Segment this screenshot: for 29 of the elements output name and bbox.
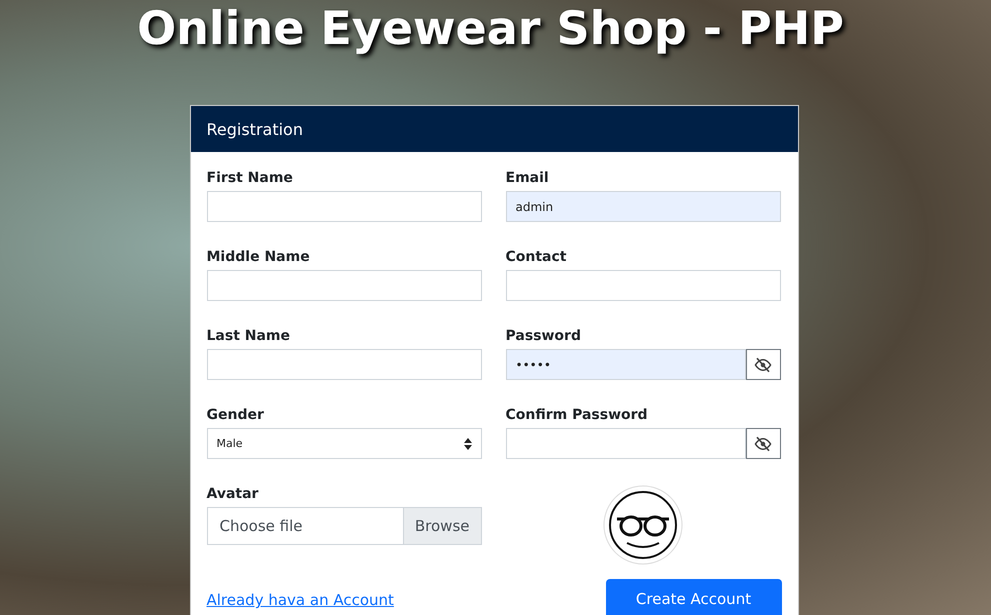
create-account-button[interactable]: Create Account	[606, 579, 782, 615]
sort-arrows-icon	[464, 438, 472, 450]
input-field[interactable]	[206, 270, 482, 301]
field-label: Email	[506, 170, 550, 188]
input-field[interactable]: admin	[506, 191, 780, 222]
eye-slash-icon	[754, 356, 772, 374]
field-label: Last Name	[206, 328, 292, 346]
toggle-visibility-button[interactable]	[746, 349, 780, 380]
input-field[interactable]	[206, 349, 482, 380]
card-title: Registration	[206, 120, 303, 138]
field-label: First Name	[206, 170, 294, 188]
field-label: Gender	[206, 407, 265, 425]
field-label: Confirm Password	[506, 407, 649, 425]
password-field[interactable]: •••••	[506, 349, 746, 380]
gender-select[interactable]: Male	[206, 428, 482, 459]
password-field[interactable]	[506, 428, 746, 459]
field-label: Avatar	[206, 486, 260, 504]
input-field[interactable]	[206, 191, 482, 222]
glasses-logo-icon	[603, 485, 683, 565]
page-title: Online Eyewear Shop - PHP	[137, 0, 844, 56]
field-label: Password	[506, 328, 582, 346]
field-label: Middle Name	[206, 249, 311, 267]
field-label: Contact	[506, 249, 568, 267]
browse-button[interactable]: Browse	[402, 508, 480, 544]
login-link[interactable]: Already hava an Account	[206, 591, 394, 609]
input-field[interactable]	[506, 270, 780, 301]
toggle-visibility-button[interactable]	[746, 428, 780, 459]
eye-slash-icon	[754, 434, 772, 452]
file-input[interactable]: Choose file Browse	[206, 507, 482, 545]
